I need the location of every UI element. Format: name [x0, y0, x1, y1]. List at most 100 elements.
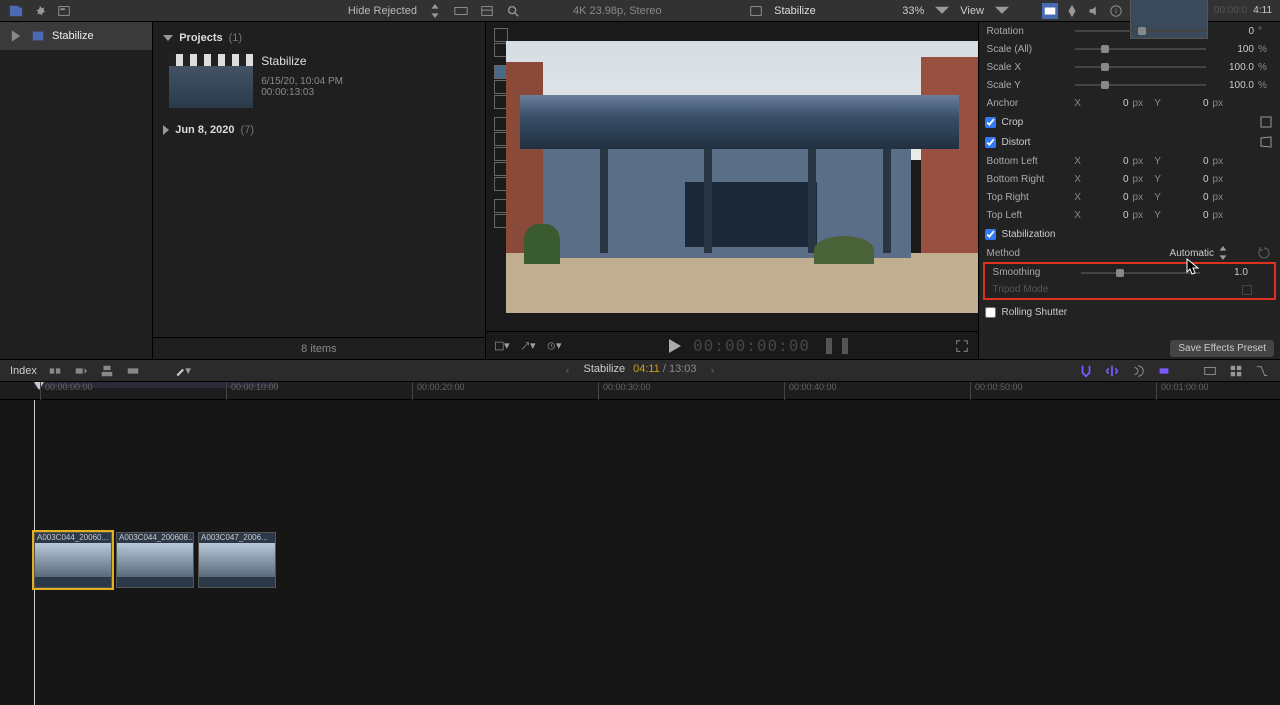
crop-mode-icon[interactable]: [1258, 114, 1274, 130]
viewer-canvas[interactable]: [506, 41, 978, 313]
connect-icon[interactable]: [99, 363, 115, 379]
library-icon[interactable]: [8, 3, 24, 19]
rolling-shutter-checkbox[interactable]: [985, 307, 996, 318]
row-top-right[interactable]: Top RightX0pxY0px: [979, 188, 1280, 206]
reset-icon[interactable]: [1256, 245, 1272, 261]
section-crop[interactable]: Crop: [979, 112, 1280, 132]
hide-rejected-dropdown[interactable]: Hide Rejected: [348, 5, 417, 17]
crop-checkbox[interactable]: [985, 117, 996, 128]
photos-icon[interactable]: [32, 3, 48, 19]
top-toolbar: Hide Rejected 4K 23.98p, Stereo Stabiliz…: [0, 0, 1280, 22]
clip-appearance-icon[interactable]: [1202, 363, 1218, 379]
project-date: 6/15/20, 10:04 PM: [261, 76, 343, 87]
row-tripod-mode: Tripod Mode: [985, 281, 1274, 298]
row-smoothing[interactable]: Smoothing1.0: [985, 264, 1274, 281]
projects-header[interactable]: Projects (1): [153, 28, 484, 48]
project-item[interactable]: Stabilize 6/15/20, 10:04 PM 00:00:13:03: [153, 48, 484, 114]
fullscreen-icon[interactable]: [954, 338, 970, 354]
video-tab-icon[interactable]: [1042, 3, 1058, 19]
distort-mode-icon[interactable]: [1258, 134, 1274, 150]
method-value[interactable]: Automatic: [1170, 248, 1214, 259]
clip-label: A003C044_20060...: [35, 533, 111, 543]
row-bottom-right[interactable]: Bottom RightX0pxY0px: [979, 170, 1280, 188]
browser-footer: 8 items: [153, 337, 484, 359]
viewer-timecode[interactable]: 00:00:00:00: [693, 336, 810, 355]
effects-browser-icon[interactable]: [1228, 363, 1244, 379]
transform-menu-icon[interactable]: ▾: [494, 338, 510, 354]
row-method[interactable]: MethodAutomatic: [979, 244, 1280, 262]
inspector-tc-prefix: 00:00:0: [1214, 5, 1247, 16]
effects-icon[interactable]: [748, 3, 764, 19]
inspector-panel: Rotation0° Scale (All)100% Scale X100.0%…: [978, 22, 1280, 359]
timeline-clip[interactable]: A003C044_20060...: [34, 532, 112, 588]
stabilization-checkbox[interactable]: [985, 229, 996, 240]
timeline-body[interactable]: A003C044_20060... A003C044_200608... A003C…: [0, 400, 1280, 705]
titles-icon[interactable]: [56, 3, 72, 19]
project-duration: 00:00:13:03: [261, 87, 343, 98]
format-label: 4K 23.98p, Stereo: [573, 5, 662, 17]
row-scale-all[interactable]: Scale (All)100%: [979, 40, 1280, 58]
viewer-panel: ▾ ▾ ▾ 00:00:00:00: [486, 22, 978, 359]
disclosure-icon[interactable]: [8, 28, 24, 44]
snap-icon[interactable]: [1078, 363, 1094, 379]
smart-label: Jun 8, 2020: [175, 124, 234, 136]
section-rolling-shutter[interactable]: Rolling Shutter: [979, 302, 1280, 322]
chevron-down-icon[interactable]: [994, 3, 1010, 19]
browser-panel: Projects (1) Stabilize 6/15/20, 10:04 PM…: [153, 22, 485, 359]
enhance-menu-icon[interactable]: ▾: [520, 338, 536, 354]
row-top-left[interactable]: Top LeftX0pxY0px: [979, 206, 1280, 224]
library-sidebar: Stabilize: [0, 22, 153, 359]
append-icon[interactable]: [73, 363, 89, 379]
retime-menu-icon[interactable]: ▾: [546, 338, 562, 354]
distort-checkbox[interactable]: [985, 137, 996, 148]
updown-icon[interactable]: [1218, 245, 1228, 261]
skimming-icon[interactable]: [1104, 363, 1120, 379]
timeline-clip[interactable]: A003C044_200608...: [116, 532, 194, 588]
smart-collection-header[interactable]: Jun 8, 2020 (7): [153, 120, 484, 140]
ruler-tick: 00:00:20:00: [412, 382, 465, 400]
prev-edit-icon[interactable]: ‹: [560, 363, 576, 379]
transitions-icon[interactable]: [1254, 363, 1270, 379]
project-thumbnail[interactable]: [169, 54, 253, 108]
disclosure-down-icon[interactable]: [163, 35, 173, 41]
clip-label: A003C047_2006...: [199, 533, 275, 543]
chevron-down-icon[interactable]: [934, 3, 950, 19]
next-edit-icon[interactable]: ›: [705, 363, 721, 379]
play-button[interactable]: [667, 338, 683, 354]
row-bottom-left[interactable]: Bottom LeftX0pxY0px: [979, 152, 1280, 170]
projects-count: (1): [229, 32, 242, 44]
timeline-ruler[interactable]: 00:00:00:0000:00:10:0000:00:20:0000:00:3…: [0, 382, 1280, 400]
list-icon[interactable]: [479, 3, 495, 19]
disclosure-right-icon[interactable]: [163, 125, 169, 135]
sidebar-item-library[interactable]: Stabilize: [0, 22, 152, 50]
timeline-clip[interactable]: A003C047_2006...: [198, 532, 276, 588]
zoom-percent[interactable]: 33%: [902, 5, 924, 17]
audio-meter: [842, 338, 848, 354]
updown-icon[interactable]: [427, 3, 443, 19]
view-dropdown[interactable]: View: [960, 5, 984, 17]
index-button[interactable]: Index: [10, 365, 37, 377]
inspector-clip-tc: 4:11: [1253, 5, 1272, 16]
section-stabilization[interactable]: Stabilization: [979, 224, 1280, 244]
save-effects-preset-button[interactable]: Save Effects Preset: [1170, 340, 1274, 357]
color-tab-icon[interactable]: [1064, 3, 1080, 19]
timeline-tc: 04:11: [633, 363, 660, 375]
overwrite-icon[interactable]: [125, 363, 141, 379]
solo-icon[interactable]: [1156, 363, 1172, 379]
section-distort[interactable]: Distort: [979, 132, 1280, 152]
row-scale-x[interactable]: Scale X100.0%: [979, 58, 1280, 76]
ruler-tick: 00:00:40:00: [784, 382, 837, 400]
filmstrip-icon[interactable]: [453, 3, 469, 19]
row-anchor[interactable]: AnchorX0pxY0px: [979, 94, 1280, 112]
highlight-box: Smoothing1.0 Tripod Mode: [983, 262, 1276, 300]
item-count: 8 items: [301, 343, 336, 355]
insert-icon[interactable]: [47, 363, 63, 379]
projects-label: Projects: [179, 32, 222, 44]
tools-dropdown[interactable]: ▾: [175, 363, 191, 379]
timeline-toolbar: Index ▾ ‹ Stabilize 04:11 / 13:03 ›: [0, 359, 1280, 382]
info-tab-icon[interactable]: i: [1108, 3, 1124, 19]
row-scale-y[interactable]: Scale Y100.0%: [979, 76, 1280, 94]
audio-skim-icon[interactable]: [1130, 363, 1146, 379]
audio-tab-icon[interactable]: [1086, 3, 1102, 19]
search-icon[interactable]: [505, 3, 521, 19]
